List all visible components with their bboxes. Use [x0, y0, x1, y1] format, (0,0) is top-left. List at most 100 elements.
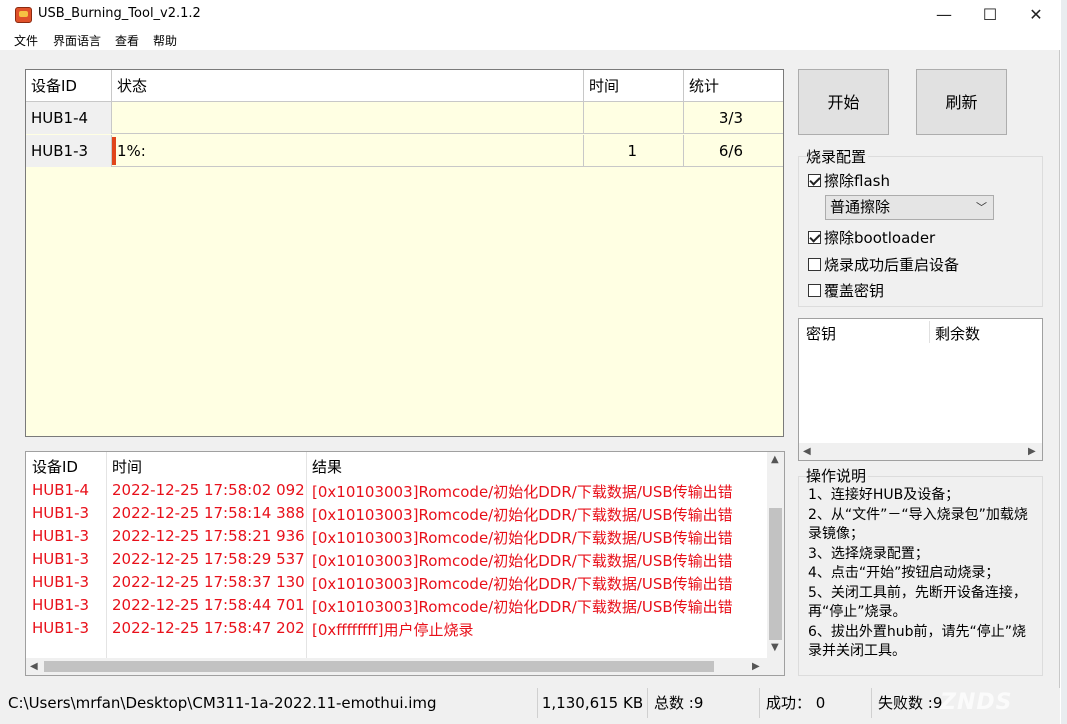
- log-device-id: HUB1-3: [32, 504, 90, 522]
- checkbox-unchecked-icon: [808, 258, 821, 271]
- instruction-line: 3、选择烧录配置；: [808, 545, 929, 562]
- col-device-id[interactable]: 设备ID: [26, 70, 112, 102]
- erase-bootloader-checkbox[interactable]: 擦除bootloader: [808, 227, 935, 248]
- scroll-right-icon[interactable]: ▶: [1028, 446, 1036, 457]
- instruction-line: 1、连接好HUB及设备；: [808, 487, 960, 503]
- col-stat[interactable]: 统计: [684, 70, 783, 102]
- col-time[interactable]: 时间: [584, 70, 684, 102]
- instruction-line: 5、关闭工具前，先断开设备连接，再“停止”烧录。: [808, 584, 1027, 621]
- log-row[interactable]: HUB1-3 2022-12-25 17:58:14 388 [0x101030…: [26, 501, 768, 524]
- checkbox-unchecked-icon: [808, 284, 821, 297]
- log-row[interactable]: HUB1-3 2022-12-25 17:58:44 701 [0x101030…: [26, 593, 768, 616]
- log-vertical-scrollbar[interactable]: ▲ ▼: [767, 452, 784, 658]
- checkbox-checked-icon: [808, 231, 821, 244]
- instructions-title: 操作说明: [806, 465, 869, 486]
- log-time: 2022-12-25 17:58:14 388: [112, 504, 305, 522]
- erase-mode-select[interactable]: 普通擦除 ﹀: [825, 195, 994, 220]
- log-result: [0x10103003]Romcode/初始化DDR/下载数据/USB传输出错: [312, 575, 733, 593]
- scroll-down-icon[interactable]: ▼: [771, 642, 779, 653]
- maximize-button[interactable]: ☐: [967, 0, 1013, 30]
- menu-language[interactable]: 界面语言: [53, 32, 101, 49]
- menu-bar: 文件 界面语言 查看 帮助: [0, 30, 1060, 50]
- log-table[interactable]: 设备ID 时间 结果 HUB1-4 2022-12-25 17:58:02 09…: [25, 451, 785, 676]
- log-device-id: HUB1-3: [32, 550, 90, 568]
- instruction-line: 4、点击“开始”按钮启动烧录；: [808, 565, 1000, 581]
- scrollbar-corner: [767, 658, 784, 675]
- log-time: 2022-12-25 17:58:21 936: [112, 527, 305, 545]
- scroll-left-icon[interactable]: ◀: [803, 446, 811, 457]
- log-col-result[interactable]: 结果: [312, 456, 342, 477]
- log-col-device-id[interactable]: 设备ID: [32, 456, 78, 477]
- burn-config-title: 烧录配置: [806, 146, 869, 167]
- log-row[interactable]: HUB1-3 2022-12-25 17:58:21 936 [0x101030…: [26, 524, 768, 547]
- window-title: USB_Burning_Tool_v2.1.2: [38, 6, 201, 21]
- log-row[interactable]: HUB1-3 2022-12-25 17:58:29 537 [0x101030…: [26, 547, 768, 570]
- log-result: [0x10103003]Romcode/初始化DDR/下载数据/USB传输出错: [312, 529, 733, 547]
- app-logo-icon: [15, 7, 32, 23]
- log-time: 2022-12-25 17:58:29 537: [112, 550, 305, 568]
- device-id: HUB1-3: [26, 135, 112, 167]
- overwrite-key-label: 覆盖密钥: [824, 282, 885, 300]
- scroll-thumb[interactable]: [769, 508, 782, 640]
- device-table[interactable]: 设备ID 状态 时间 统计 HUB1-4 3/3 HUB1-3 1%: 1 6/…: [25, 69, 784, 437]
- erase-flash-label: 擦除flash: [824, 172, 890, 190]
- menu-help[interactable]: 帮助: [153, 32, 177, 49]
- log-device-id: HUB1-3: [32, 573, 90, 591]
- chevron-down-icon: ﹀: [976, 201, 987, 214]
- log-device-id: HUB1-4: [32, 481, 90, 499]
- log-time: 2022-12-25 17:58:37 130: [112, 573, 305, 591]
- overwrite-key-checkbox[interactable]: 覆盖密钥: [808, 280, 884, 301]
- background-window-strip: [1061, 0, 1067, 724]
- menu-file[interactable]: 文件: [14, 32, 38, 49]
- reboot-after-checkbox[interactable]: 烧录成功后重启设备: [808, 254, 959, 275]
- minimize-button[interactable]: —: [921, 0, 967, 30]
- log-col-time[interactable]: 时间: [112, 456, 142, 477]
- column-divider: [929, 321, 930, 343]
- key-col-key[interactable]: 密钥: [806, 323, 836, 344]
- log-result: [0x10103003]Romcode/初始化DDR/下载数据/USB传输出错: [312, 552, 733, 570]
- close-button[interactable]: ✕: [1013, 0, 1059, 30]
- key-horizontal-scrollbar[interactable]: ◀ ▶: [799, 443, 1042, 460]
- log-table-header: 设备ID 时间 结果: [26, 452, 768, 478]
- start-button[interactable]: 开始: [798, 69, 889, 135]
- scroll-right-icon[interactable]: ▶: [752, 661, 760, 672]
- instruction-line: 2、从“文件”－“导入烧录包”加载烧录镜像；: [808, 506, 1028, 543]
- log-time: 2022-12-25 17:58:44 701: [112, 596, 305, 614]
- app-window: USB_Burning_Tool_v2.1.2 — ☐ ✕ 文件 界面语言 查看…: [0, 0, 1060, 724]
- log-row[interactable]: HUB1-3 2022-12-25 17:58:37 130 [0x101030…: [26, 570, 768, 593]
- refresh-button[interactable]: 刷新: [916, 69, 1007, 135]
- log-device-id: HUB1-3: [32, 527, 90, 545]
- menu-view[interactable]: 查看: [115, 32, 139, 49]
- progress-indicator: [112, 137, 116, 165]
- log-device-id: HUB1-3: [32, 619, 90, 637]
- device-id: HUB1-4: [26, 102, 112, 134]
- log-result: [0x10103003]Romcode/初始化DDR/下载数据/USB传输出错: [312, 598, 733, 616]
- log-horizontal-scrollbar[interactable]: ◀ ▶: [26, 658, 768, 675]
- status-total: 总数 :9: [654, 688, 760, 718]
- device-stat: 6/6: [718, 142, 743, 160]
- key-col-remaining[interactable]: 剩余数: [935, 323, 980, 344]
- erase-bootloader-label: 擦除bootloader: [824, 229, 936, 247]
- scroll-up-icon[interactable]: ▲: [771, 454, 779, 465]
- erase-mode-value: 普通擦除: [830, 198, 891, 216]
- col-state[interactable]: 状态: [112, 70, 584, 102]
- watermark: ZNDS: [940, 690, 1013, 715]
- log-time: 2022-12-25 17:58:47 202: [112, 619, 305, 637]
- key-table[interactable]: 密钥 剩余数 ◀ ▶: [798, 318, 1043, 461]
- device-time: 1: [584, 135, 684, 167]
- title-bar: USB_Burning_Tool_v2.1.2 — ☐ ✕: [0, 0, 1060, 30]
- erase-flash-checkbox[interactable]: 擦除flash: [808, 170, 890, 191]
- device-row[interactable]: HUB1-3 1%: 1 6/6: [26, 135, 783, 167]
- log-row[interactable]: HUB1-4 2022-12-25 17:58:02 092 [0x101030…: [26, 478, 768, 501]
- log-row[interactable]: HUB1-3 2022-12-25 17:58:47 202 [0xffffff…: [26, 616, 768, 639]
- scroll-left-icon[interactable]: ◀: [30, 661, 38, 672]
- log-time: 2022-12-25 17:58:02 092: [112, 481, 305, 499]
- reboot-after-label: 烧录成功后重启设备: [824, 256, 960, 274]
- log-result: [0xffffffff]用户停止烧录: [312, 621, 474, 639]
- instruction-line: 6、拔出外置hub前，请先“停止”烧录并关闭工具。: [808, 623, 1027, 660]
- status-bar: C:\Users\mrfan\Desktop\CM311-1a-2022.11-…: [0, 688, 1060, 724]
- status-file-path: C:\Users\mrfan\Desktop\CM311-1a-2022.11-…: [8, 688, 538, 718]
- device-row[interactable]: HUB1-4 3/3: [26, 102, 783, 134]
- scroll-thumb[interactable]: [44, 661, 714, 672]
- device-state: 1%:: [112, 135, 584, 167]
